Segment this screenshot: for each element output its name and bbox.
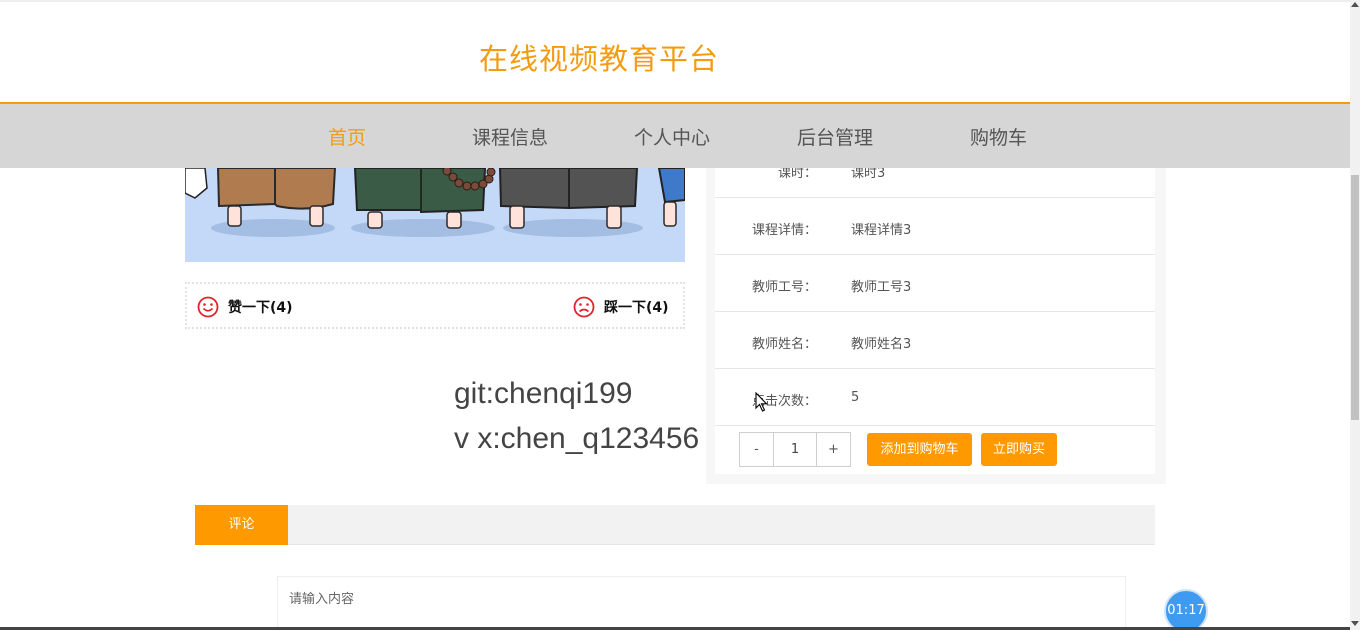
site-title[interactable]: 在线视频教育平台 [479,36,719,78]
scroll-up-icon[interactable] [1351,2,1359,7]
nav-item-course-info[interactable]: 课程信息 [472,123,548,150]
mouse-pointer-icon [755,392,768,412]
info-label: 教师姓名： [751,337,817,352]
course-cover-image [185,168,685,262]
frown-icon [573,296,595,318]
tab-bar: 评论 [195,505,1155,545]
decrement-button[interactable]: - [740,433,773,466]
dislike-button[interactable]: 踩一下(4) [573,296,669,318]
like-button[interactable]: 赞一下(4) [197,296,293,318]
page-scrollbar[interactable] [1350,0,1360,630]
smile-icon [197,296,219,318]
info-value: 教师姓名3 [851,337,912,352]
timer-badge: 01:17 [1164,589,1208,630]
quantity-input[interactable] [773,433,817,466]
info-row-teacher-name: 教师姓名： 教师姓名3 [715,312,1155,369]
nav-item-personal-center[interactable]: 个人中心 [634,123,710,150]
main-nav: 首页 课程信息 个人中心 后台管理 购物车 [0,104,1350,168]
site-header: 在线视频教育平台 [0,0,1350,104]
dislike-label: 踩一下(4) [604,300,669,316]
buy-now-button[interactable]: 立即购买 [981,433,1057,466]
watermark-line-1: git:chenqi199 [454,377,633,410]
tab-comments[interactable]: 评论 [195,505,288,545]
info-label: 课程详情： [751,223,817,238]
nav-item-admin[interactable]: 后台管理 [797,123,873,150]
quantity-stepper: - + [739,432,851,467]
watermark-line-2: v x:chen_q123456 [454,422,700,455]
like-label: 赞一下(4) [228,300,293,316]
add-to-cart-button[interactable]: 添加到购物车 [867,433,972,466]
info-row-detail: 课程详情： 课程详情3 [715,198,1155,255]
info-value: 课程详情3 [851,223,912,238]
scroll-down-icon[interactable] [1351,621,1359,626]
comment-input[interactable] [277,576,1126,630]
info-value: 教师工号3 [851,280,912,295]
increment-button[interactable]: + [817,433,850,466]
info-row-teacher-id: 教师工号： 教师工号3 [715,255,1155,312]
course-info-table: 课时： 课时3 课程详情： 课程详情3 教师工号： 教师工号3 教师姓名： 教师… [715,166,1155,474]
nav-item-home[interactable]: 首页 [328,123,366,150]
vote-box: 赞一下(4) 踩一下(4) [185,282,685,329]
scroll-thumb[interactable] [1351,175,1359,420]
course-info-panel: 课时： 课时3 课程详情： 课程详情3 教师工号： 教师工号3 教师姓名： 教师… [706,166,1166,484]
nav-item-cart[interactable]: 购物车 [970,123,1027,150]
info-label: 教师工号： [751,280,817,295]
page: 在线视频教育平台 首页 课程信息 个人中心 后台管理 购物车 赞一下(4) 踩一… [0,0,1360,630]
info-value: 5 [851,390,860,405]
info-row-clicks: 点击次数： 5 [715,369,1155,426]
